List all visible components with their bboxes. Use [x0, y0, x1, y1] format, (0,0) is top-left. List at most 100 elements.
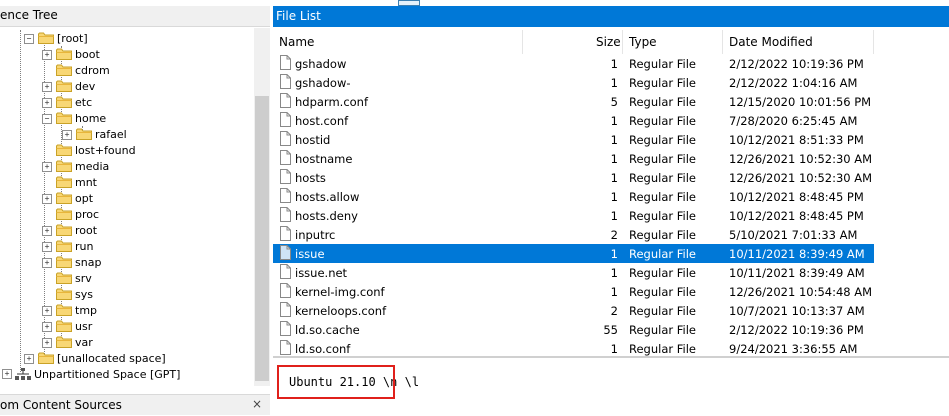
- folder-icon: [56, 144, 72, 156]
- tree-item[interactable]: root: [56, 222, 97, 238]
- tree-item[interactable]: media: [56, 158, 109, 174]
- tree-item[interactable]: rafael: [76, 126, 127, 142]
- folder-icon: [56, 96, 72, 108]
- tree-item-label: [unallocated space]: [57, 351, 166, 365]
- file-name-cell: gshadow: [295, 57, 347, 71]
- column-header-name[interactable]: Name: [279, 35, 314, 49]
- table-row[interactable]: hosts.deny 1 Regular File 10/12/2021 8:48:4…: [273, 206, 874, 225]
- table-row[interactable]: hosts.allow 1 Regular File 10/12/2021 8:48:…: [273, 187, 874, 206]
- date-modified-cell: 7/28/2020 6:25:45 AM: [729, 114, 858, 128]
- file-icon: [280, 207, 291, 222]
- table-row[interactable]: kernel-img.conf 1 Regular File 12/26/2021 1…: [273, 282, 874, 301]
- file-size-cell: 1: [610, 209, 618, 223]
- file-size-cell: 2: [610, 304, 618, 318]
- file-icon: [280, 321, 291, 336]
- file-type-cell: Regular File: [629, 114, 697, 128]
- tree-item[interactable]: sys: [56, 286, 93, 302]
- tree-item-label: usr: [75, 319, 93, 333]
- tree-item[interactable]: srv: [56, 270, 92, 286]
- tree-item-label: [root]: [57, 31, 88, 45]
- tree-item[interactable]: snap: [56, 254, 101, 270]
- expand-icon[interactable]: +: [42, 82, 52, 92]
- tree-item[interactable]: usr: [56, 318, 92, 334]
- collapse-icon[interactable]: −: [42, 114, 52, 124]
- file-type-cell: Regular File: [629, 247, 697, 261]
- tree-item[interactable]: run: [56, 238, 93, 254]
- folder-icon: [56, 288, 72, 300]
- table-row[interactable]: hostname 1 Regular File 12/26/2021 10:52:30…: [273, 149, 874, 168]
- table-row[interactable]: kerneloops.conf 2 Regular File 10/7/2021 10…: [273, 301, 874, 320]
- table-row[interactable]: host.conf 1 Regular File 7/28/2020 6:25:45 …: [273, 111, 874, 130]
- table-row[interactable]: issue.net 1 Regular File 10/11/2021 8:39:49…: [273, 263, 874, 282]
- expand-icon[interactable]: +: [42, 258, 52, 268]
- expand-icon[interactable]: +: [24, 354, 34, 364]
- file-list-title: File List: [276, 9, 321, 23]
- column-divider[interactable]: [722, 30, 723, 54]
- expand-icon[interactable]: +: [42, 306, 52, 316]
- column-header-size[interactable]: Size: [596, 35, 621, 49]
- expand-icon[interactable]: +: [42, 322, 52, 332]
- table-row[interactable]: ld.so.cache 55 Regular File 2/12/2022 10:19…: [273, 320, 874, 339]
- table-row[interactable]: hosts 1 Regular File 12/26/2021 10:52:30 AM: [273, 168, 874, 187]
- file-type-cell: Regular File: [629, 152, 697, 166]
- tree-item[interactable]: home: [56, 110, 106, 126]
- tree-item[interactable]: dev: [56, 78, 95, 94]
- file-size-cell: 1: [610, 247, 618, 261]
- file-icon: [280, 93, 291, 108]
- table-row[interactable]: hostid 1 Regular File 10/12/2021 8:51:33 PM: [273, 130, 874, 149]
- tree-item[interactable]: var: [56, 334, 93, 350]
- folder-icon: [56, 80, 72, 92]
- tree-item[interactable]: tmp: [56, 302, 97, 318]
- date-modified-cell: 12/26/2021 10:52:30 AM: [729, 171, 873, 185]
- expand-icon[interactable]: +: [42, 226, 52, 236]
- column-divider[interactable]: [873, 30, 874, 54]
- tree-item[interactable]: cdrom: [56, 62, 110, 78]
- custom-content-sources-title: om Content Sources: [0, 398, 122, 412]
- folder-icon: [56, 112, 72, 124]
- table-row[interactable]: hdparm.conf 5 Regular File 12/15/2020 10:01…: [273, 92, 874, 111]
- column-header-row: Name Size Type Date Modified: [273, 30, 949, 54]
- tree-item[interactable]: mnt: [56, 174, 97, 190]
- expand-icon[interactable]: +: [42, 194, 52, 204]
- tree-item[interactable]: boot: [56, 46, 100, 62]
- tree-item-label: snap: [75, 255, 102, 269]
- tree-item[interactable]: lost+found: [56, 142, 136, 158]
- tree-item[interactable]: [root]: [38, 30, 88, 46]
- expand-icon[interactable]: +: [42, 98, 52, 108]
- file-type-cell: Regular File: [629, 209, 697, 223]
- file-type-cell: Regular File: [629, 76, 697, 90]
- column-divider[interactable]: [522, 30, 523, 54]
- date-modified-cell: 2/12/2022 10:19:36 PM: [729, 323, 864, 337]
- table-row[interactable]: inputrc 2 Regular File 5/10/2021 7:01:33 AM: [273, 225, 874, 244]
- expand-icon[interactable]: +: [42, 162, 52, 172]
- file-name-cell: gshadow-: [295, 76, 351, 90]
- file-name-cell: hostname: [295, 152, 353, 166]
- tree-item[interactable]: opt: [56, 190, 93, 206]
- column-header-date[interactable]: Date Modified: [729, 35, 813, 49]
- expand-icon[interactable]: +: [42, 50, 52, 60]
- close-icon[interactable]: ×: [252, 397, 262, 411]
- file-type-cell: Regular File: [629, 228, 697, 242]
- collapse-icon[interactable]: −: [24, 34, 34, 44]
- expand-icon[interactable]: +: [62, 130, 72, 140]
- file-size-cell: 55: [603, 323, 618, 337]
- expand-icon[interactable]: +: [2, 369, 12, 379]
- expand-icon[interactable]: +: [42, 242, 52, 252]
- table-row[interactable]: issue 1 Regular File 10/11/2021 8:39:49 AM: [273, 244, 874, 263]
- tree-item[interactable]: [unallocated space]: [38, 350, 166, 366]
- file-type-cell: Regular File: [629, 342, 697, 356]
- folder-icon: [56, 336, 72, 348]
- expand-icon[interactable]: +: [42, 338, 52, 348]
- tree-item-label: lost+found: [75, 143, 136, 157]
- tree-item[interactable]: etc: [56, 94, 92, 110]
- tree-item-label: root: [75, 223, 98, 237]
- tree-scrollbar-thumb[interactable]: [255, 96, 269, 381]
- tree-item[interactable]: + Unpartitioned Space [GPT]: [2, 366, 180, 382]
- tree-item-label: proc: [75, 207, 100, 221]
- table-row[interactable]: gshadow- 1 Regular File 2/12/2022 1:04:16 A…: [273, 73, 874, 92]
- tree-item[interactable]: proc: [56, 206, 99, 222]
- column-header-type[interactable]: Type: [629, 35, 657, 49]
- folder-icon: [56, 64, 72, 76]
- column-divider[interactable]: [622, 30, 623, 54]
- table-row[interactable]: gshadow 1 Regular File 2/12/2022 10:19:36 P…: [273, 54, 874, 73]
